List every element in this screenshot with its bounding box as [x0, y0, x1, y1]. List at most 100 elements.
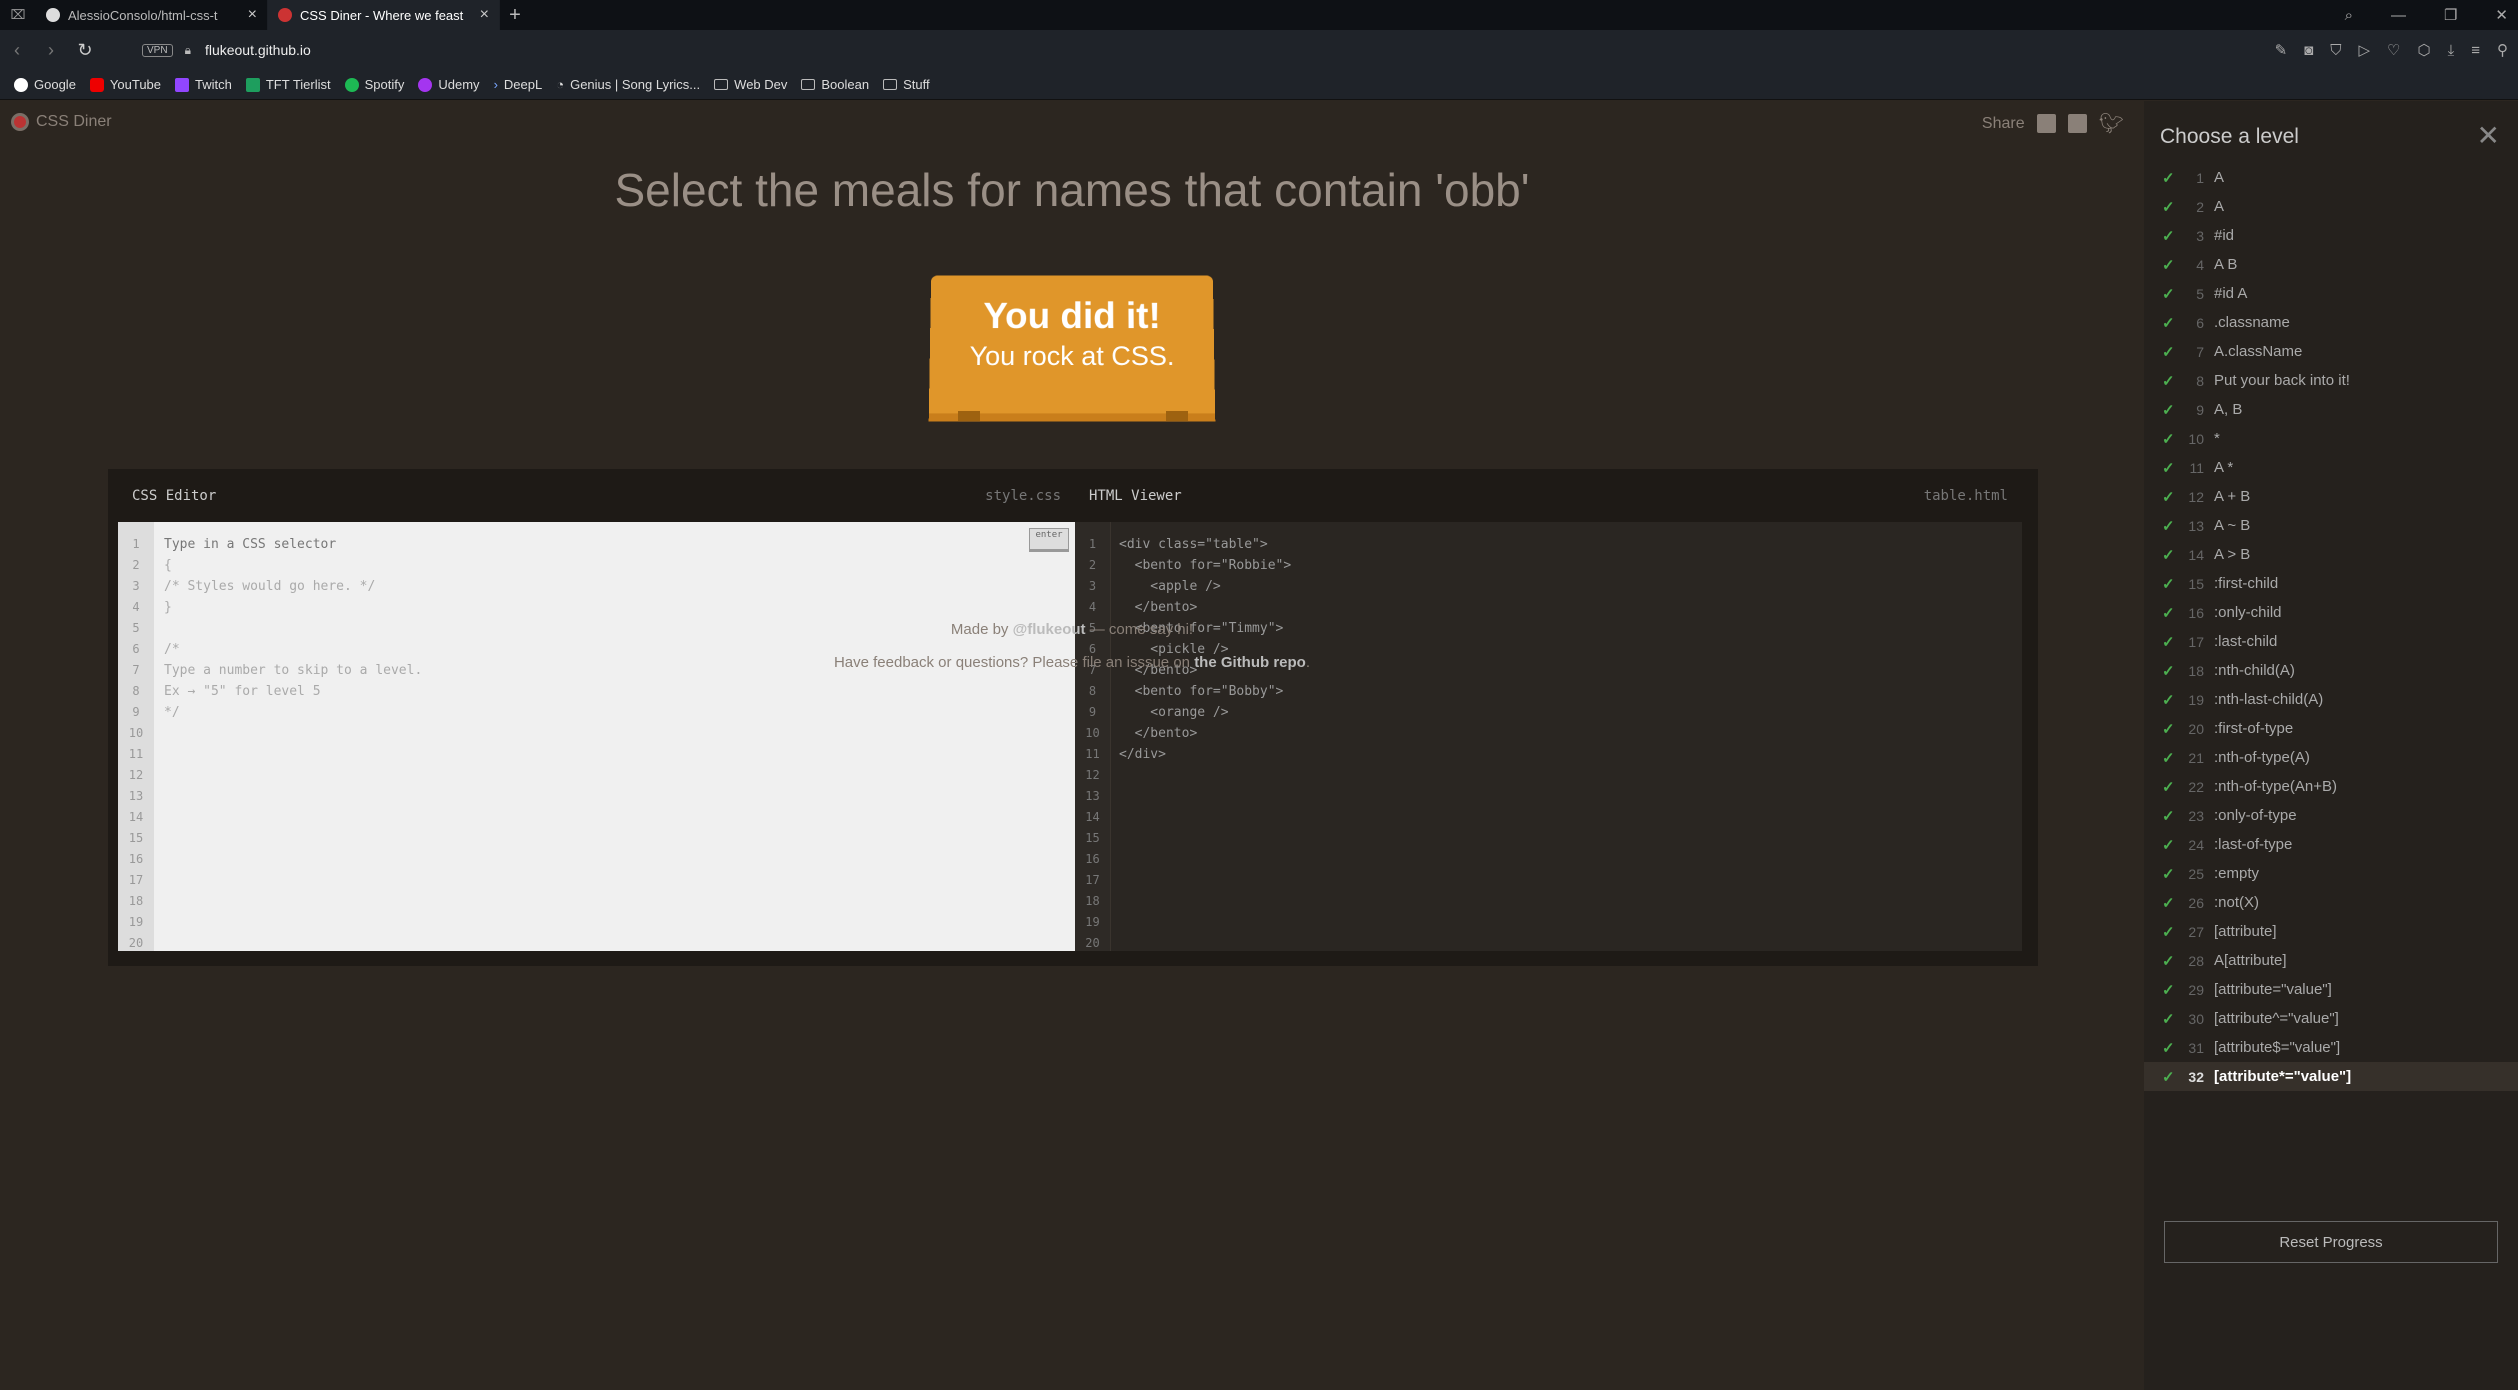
bookmark-youtube[interactable]: YouTube: [89, 77, 161, 92]
window-controls: ⌕ — ❐ ✕: [2345, 0, 2508, 30]
email-icon[interactable]: [2036, 114, 2056, 133]
level-label: *: [2214, 430, 2220, 447]
level-item-2[interactable]: ✓ 2 A: [2144, 192, 2518, 221]
bookmarks-bar: Google YouTube Twitch TFT Tierlist Spoti…: [0, 70, 2518, 100]
level-item-20[interactable]: ✓ 20:first-of-type: [2144, 714, 2518, 743]
level-item-5[interactable]: ✓ 5 #id A: [2144, 279, 2518, 308]
level-item-16[interactable]: ✓ 16:only-child: [2144, 598, 2518, 627]
cube-icon[interactable]: ⬡: [2417, 41, 2430, 59]
bookmark-tft-tierlist[interactable]: TFT Tierlist: [245, 77, 331, 92]
level-item-32[interactable]: ✓ 32 [attribute*="value"]: [2144, 1062, 2518, 1091]
bookmark-deepl[interactable]: › DeepL: [494, 77, 543, 92]
level-item-17[interactable]: ✓ 17:last-child: [2144, 627, 2518, 656]
url-field[interactable]: flukeout.github.io: [205, 42, 311, 58]
camera-icon[interactable]: ◙: [2304, 42, 2313, 59]
bookmark-google[interactable]: Google: [14, 77, 76, 92]
level-item-22[interactable]: ✓ 22:nth-of-type(An+B): [2144, 772, 2518, 801]
level-item-31[interactable]: ✓ 31 [attribute$="value"]: [2144, 1033, 2518, 1062]
logo[interactable]: CSS Diner: [11, 113, 112, 131]
close-icon[interactable]: ×: [248, 6, 257, 24]
close-icon[interactable]: ✕: [2495, 6, 2508, 24]
level-item-4[interactable]: ✓ 4 A B: [2144, 250, 2518, 279]
forward-icon[interactable]: ›: [34, 40, 68, 61]
level-item-10[interactable]: ✓ 10 *: [2144, 424, 2518, 453]
back-icon[interactable]: ‹: [0, 40, 34, 61]
level-item-8[interactable]: ✓ 8 Put your back into it!: [2144, 366, 2518, 395]
level-item-25[interactable]: ✓ 25:empty: [2144, 859, 2518, 888]
level-number: 9: [2196, 401, 2204, 418]
enter-button[interactable]: enter: [1029, 528, 1069, 550]
browser-tab-bar: ⌧ AlessioConsolo/html-css-t × CSS Diner …: [0, 0, 2518, 30]
level-item-13[interactable]: ✓ 13 A ~ B: [2144, 511, 2518, 540]
level-label: :nth-child(A): [2214, 662, 2295, 679]
line-number: 15: [128, 831, 144, 845]
tab-github[interactable]: AlessioConsolo/html-css-t ×: [36, 0, 268, 30]
check-icon: ✓: [2162, 488, 2175, 506]
bookmark-folder-boolean[interactable]: Boolean: [801, 77, 869, 92]
workspaces-icon[interactable]: ⌧: [0, 7, 36, 23]
level-label: .classname: [2214, 314, 2290, 331]
level-item-21[interactable]: ✓ 21:nth-of-type(A): [2144, 743, 2518, 772]
level-item-28[interactable]: ✓ 28 A[attribute]: [2144, 946, 2518, 975]
level-item-29[interactable]: ✓ 29 [attribute="value"]: [2144, 975, 2518, 1004]
edit-icon[interactable]: ✎: [2275, 41, 2288, 59]
feedback-prefix: Have feedback or questions? Please file …: [833, 654, 1195, 671]
line-number: 17: [1085, 873, 1100, 887]
level-item-1[interactable]: ✓ 1 A: [2144, 163, 2518, 192]
level-item-12[interactable]: ✓ 12 A + B: [2144, 482, 2518, 511]
twitter-icon[interactable]: 🐦︎: [2099, 111, 2124, 136]
github-repo-link[interactable]: the Github repo: [1194, 654, 1306, 671]
level-number: 10: [2188, 430, 2204, 447]
close-icon[interactable]: ✕: [2477, 119, 2500, 152]
level-item-18[interactable]: ✓ 18:nth-child(A): [2144, 656, 2518, 685]
level-item-7[interactable]: ✓ 7 A.className: [2144, 337, 2518, 366]
credit-prefix: Made by: [950, 621, 1013, 638]
search-icon[interactable]: ⌕: [2345, 7, 2353, 24]
bookmark-spotify[interactable]: Spotify: [344, 77, 404, 92]
new-tab-button[interactable]: +: [500, 4, 530, 27]
facebook-icon[interactable]: [2067, 114, 2087, 133]
level-number: 8: [2196, 372, 2204, 389]
css-selector-input[interactable]: Type in a CSS selector: [164, 534, 422, 555]
profile-icon[interactable]: ⚲: [2497, 41, 2508, 59]
bookmark-folder-stuff[interactable]: Stuff: [883, 77, 930, 92]
level-item-30[interactable]: ✓ 30 [attribute^="value"]: [2144, 1004, 2518, 1033]
level-item-23[interactable]: ✓ 23:only-of-type: [2144, 801, 2518, 830]
level-item-14[interactable]: ✓ 14 A > B: [2144, 540, 2518, 569]
level-item-24[interactable]: ✓ 24:last-of-type: [2144, 830, 2518, 859]
level-item-11[interactable]: ✓ 11 A *: [2144, 453, 2518, 482]
reload-icon[interactable]: ↻: [68, 40, 102, 61]
shield-icon[interactable]: ⛉: [2330, 42, 2341, 59]
menu-icon[interactable]: ≡: [2471, 42, 2480, 59]
play-icon[interactable]: ▷: [2358, 41, 2370, 59]
line-number: 20: [1085, 936, 1100, 950]
reset-progress-button[interactable]: Reset Progress: [2164, 1221, 2498, 1263]
line-number: 3: [1088, 579, 1097, 593]
bookmark-genius[interactable]: ◔ Genius | Song Lyrics...: [556, 77, 700, 92]
level-item-27[interactable]: ✓ 27 [attribute]: [2144, 917, 2518, 946]
level-label: A[attribute]: [2214, 952, 2287, 969]
level-item-6[interactable]: ✓ 6 .classname: [2144, 308, 2518, 337]
heart-icon[interactable]: ♡: [2387, 41, 2400, 59]
flukeout-link[interactable]: @flukeout: [1013, 621, 1086, 638]
download-icon[interactable]: ⤓: [2448, 42, 2455, 59]
restore-icon[interactable]: ❐: [2444, 6, 2457, 24]
level-number: 15: [2188, 575, 2204, 592]
vpn-badge[interactable]: VPN: [142, 43, 173, 57]
css-editor-pane[interactable]: 1 2 3 4 5 6 7 8 9 10 11 12 13 14 15 16 17 18 19 20 Type in …: [118, 522, 1075, 951]
close-icon[interactable]: ×: [480, 6, 489, 24]
minimize-icon[interactable]: —: [2391, 7, 2406, 24]
level-item-26[interactable]: ✓ 26:not(X): [2144, 888, 2518, 917]
level-number: 21: [2188, 749, 2204, 766]
level-item-15[interactable]: ✓ 15:first-child: [2144, 569, 2518, 598]
bookmark-twitch[interactable]: Twitch: [175, 77, 232, 92]
level-label: #id A: [2214, 285, 2248, 302]
level-item-3[interactable]: ✓ 3 #id: [2144, 221, 2518, 250]
line-number: 10: [128, 726, 144, 740]
level-item-9[interactable]: ✓ 9 A, B: [2144, 395, 2518, 424]
tab-css-diner[interactable]: CSS Diner - Where we feast ×: [268, 0, 500, 30]
bookmark-folder-web-dev[interactable]: Web Dev: [714, 77, 787, 92]
level-item-19[interactable]: ✓ 19:nth-last-child(A): [2144, 685, 2518, 714]
bookmark-udemy[interactable]: Udemy: [418, 77, 480, 92]
lock-icon[interactable]: 🔒︎: [185, 43, 191, 58]
